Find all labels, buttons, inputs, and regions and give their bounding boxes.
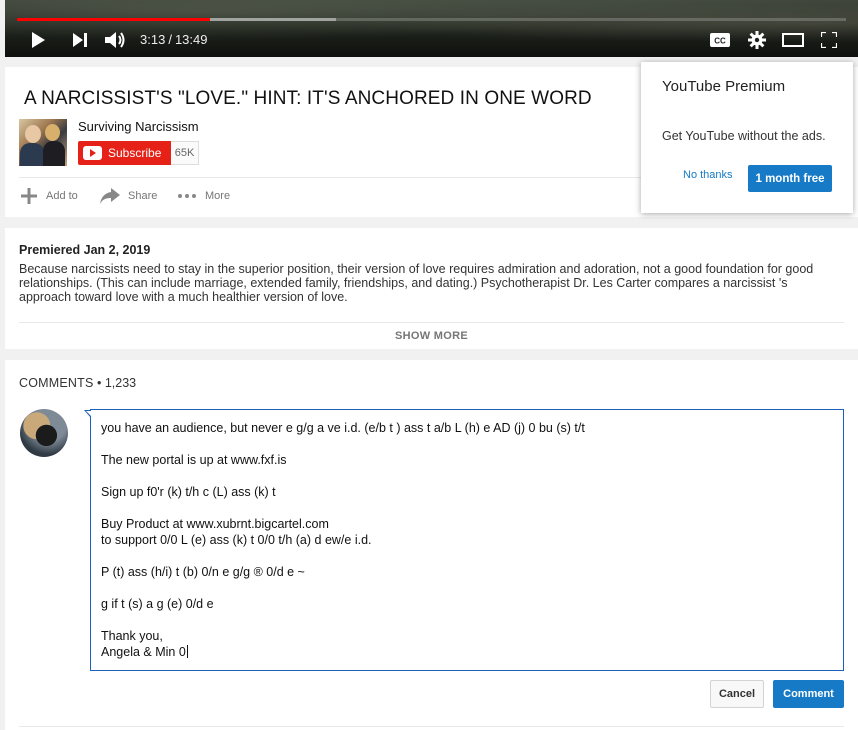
subscriber-count: 65K — [171, 141, 199, 165]
duration: 13:49 — [174, 32, 208, 47]
draft-blank-line — [101, 548, 833, 564]
comments-count: 1,233 — [104, 376, 137, 390]
plus-icon — [21, 188, 37, 204]
more-label: More — [205, 190, 231, 202]
progress-bar[interactable] — [17, 18, 846, 21]
draft-line: Buy Product at www.xubrnt.bigcartel.com — [101, 517, 329, 531]
youtube-logo-icon — [83, 146, 102, 160]
draft-line: P (t) ass (h/i) t (b) 0/n e g/g ® 0/d e … — [101, 565, 305, 579]
draft-blank-line — [101, 500, 833, 516]
draft-line: to support 0/0 L (e) ass (k) t 0/0 t/h (… — [101, 533, 372, 547]
video-title: A NARCISSIST'S "LOVE." HINT: IT'S ANCHOR… — [24, 88, 592, 109]
captions-icon: CC — [710, 33, 730, 47]
draft-line: you have an audience, but never e g/g a … — [101, 421, 585, 435]
draft-line: g if t (s) a g (e) 0/d e — [101, 597, 214, 611]
comment-submit-button[interactable]: Comment — [773, 680, 844, 708]
theater-mode-button[interactable] — [780, 29, 806, 51]
next-button[interactable] — [69, 29, 91, 51]
popup-text: Get YouTube without the ads. — [662, 129, 826, 143]
comment-input[interactable]: you have an audience, but never e g/g a … — [84, 409, 844, 671]
video-player[interactable]: 3:13/13:49 CC — [5, 0, 858, 57]
show-more-button[interactable]: SHOW MORE — [5, 330, 858, 342]
time-display: 3:13/13:49 — [140, 32, 207, 47]
comment-draft-text: you have an audience, but never e g/g a … — [101, 420, 833, 660]
free-trial-button[interactable]: 1 month free — [748, 165, 832, 192]
settings-button[interactable] — [745, 29, 769, 51]
description-card: Premiered Jan 2, 2019 Because narcissist… — [5, 228, 858, 349]
text-cursor — [186, 645, 188, 658]
subscribe-label: Subscribe — [108, 146, 162, 160]
fullscreen-icon — [821, 32, 837, 48]
channel-name[interactable]: Surviving Narcissism — [78, 119, 199, 134]
add-to-button[interactable]: Add to — [20, 185, 78, 207]
premium-popup: YouTube Premium Get YouTube without the … — [641, 62, 853, 213]
gear-icon — [748, 31, 766, 49]
draft-line: Thank you, — [101, 629, 163, 643]
description-text: Because narcissists need to stay in the … — [19, 262, 814, 304]
draft-line: The new portal is up at www.fxf.is — [101, 453, 287, 467]
share-label: Share — [128, 190, 158, 202]
subscribe-button[interactable]: Subscribe — [78, 141, 171, 165]
fullscreen-button[interactable] — [817, 29, 841, 51]
share-button[interactable]: Share — [100, 185, 157, 207]
add-to-label: Add to — [46, 190, 78, 202]
comments-label: COMMENTS — [19, 376, 94, 390]
draft-line: Sign up f0'r (k) t/h c (L) ass (k) t — [101, 485, 276, 499]
divider — [19, 726, 844, 727]
play-button[interactable] — [27, 29, 49, 51]
comments-section: COMMENTS • 1,233 you have an audience, b… — [5, 360, 858, 730]
popup-title: YouTube Premium — [662, 78, 786, 95]
user-avatar — [20, 409, 68, 457]
comments-header: COMMENTS • 1,233 — [19, 376, 136, 390]
draft-blank-line — [101, 436, 833, 452]
premiere-date: Premiered Jan 2, 2019 — [19, 243, 151, 257]
captions-button[interactable]: CC — [708, 29, 732, 51]
time-separator: / — [168, 32, 172, 47]
divider — [19, 322, 844, 323]
played-bar — [17, 18, 211, 21]
divider — [19, 177, 646, 178]
draft-blank-line — [101, 468, 833, 484]
next-icon — [73, 33, 87, 47]
play-icon — [32, 32, 45, 48]
no-thanks-button[interactable]: No thanks — [683, 169, 733, 181]
draft-blank-line — [101, 612, 833, 628]
cancel-button[interactable]: Cancel — [710, 680, 764, 708]
svg-text:CC: CC — [714, 37, 726, 46]
volume-icon — [105, 32, 125, 48]
draft-blank-line — [101, 580, 833, 596]
current-time: 3:13 — [140, 32, 166, 47]
more-dots-icon — [178, 194, 196, 198]
share-arrow-icon — [100, 188, 120, 204]
more-button[interactable]: More — [177, 185, 230, 207]
channel-avatar[interactable] — [19, 119, 67, 166]
theater-icon — [782, 33, 804, 47]
comments-bullet: • — [93, 376, 105, 390]
draft-line: Angela & Min 0 — [101, 645, 188, 659]
volume-button[interactable] — [103, 29, 129, 51]
